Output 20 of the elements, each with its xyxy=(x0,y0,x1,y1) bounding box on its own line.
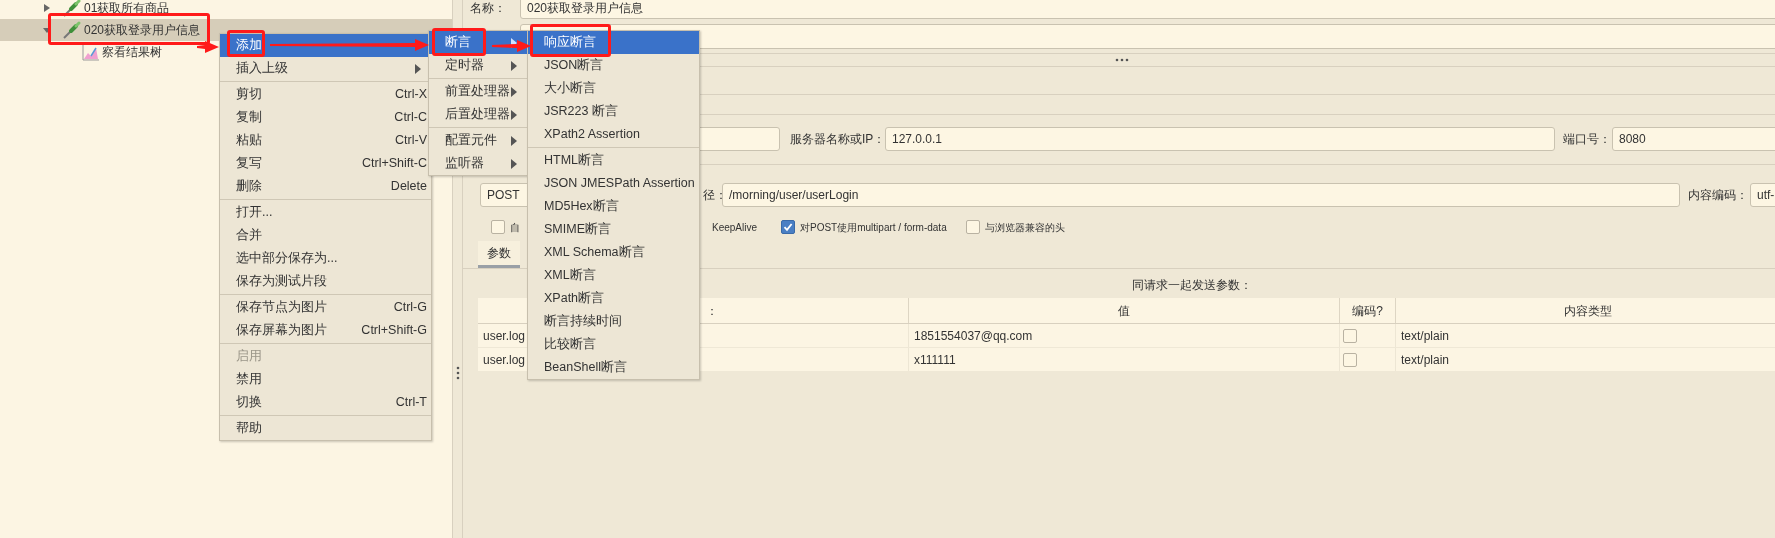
table-cell: 1851554037@qq.com xyxy=(909,324,1340,347)
option-label: 对POST使用multipart / form-data xyxy=(800,220,947,235)
column-header: 值 xyxy=(909,298,1340,323)
tree-label: 01获取所有商品 xyxy=(84,0,170,17)
tree-label: 察看结果树 xyxy=(102,44,162,61)
field-label: 服务器名称或IP： xyxy=(790,131,885,148)
table-cell-text: text/plain xyxy=(1400,351,1451,369)
field-label: 端口号： xyxy=(1563,131,1612,148)
table-title: 同请求一起发送参数： xyxy=(1132,276,1252,294)
column-header: 内容类型 xyxy=(1396,298,1775,323)
option-label: 自 xyxy=(510,220,520,235)
field-label: 内容编码： xyxy=(1688,187,1749,204)
option-label: 与浏览器兼容的头 xyxy=(985,220,1065,235)
table-cell-text: text/plain xyxy=(1400,327,1451,345)
table-cell: x111111 xyxy=(909,348,1340,371)
field-label: 名称： xyxy=(470,0,507,17)
field-label: 径： xyxy=(703,187,722,204)
tree-label: 020获取登录用户信息 xyxy=(84,22,201,39)
column-header: 编码? xyxy=(1340,298,1396,323)
option-label: KeepAlive xyxy=(712,220,758,235)
